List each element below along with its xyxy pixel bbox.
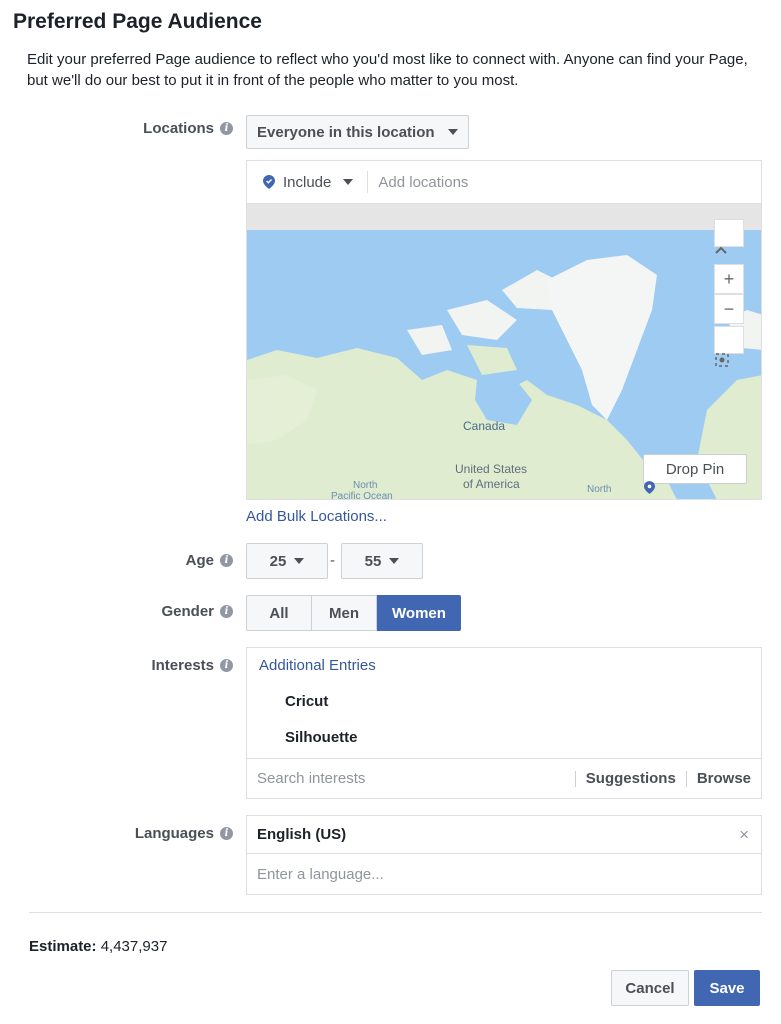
drop-pin-button[interactable]: Drop Pin — [643, 454, 747, 494]
drop-pin-label: Drop Pin — [665, 460, 725, 478]
interests-box: Additional Entries Cricut Silhouette Sea… — [246, 647, 762, 799]
divider — [367, 171, 369, 193]
languages-label-text: Languages — [134, 825, 214, 842]
map-label-ocean: North — [353, 480, 378, 491]
zoom-in-button[interactable]: + — [714, 264, 744, 294]
selected-language: English (US) — [257, 826, 347, 843]
include-label: Include — [283, 173, 332, 191]
location-pin-icon — [644, 481, 655, 494]
info-icon[interactable]: i — [220, 122, 233, 135]
gender-segmented-control: All Men Women — [246, 595, 461, 631]
add-locations-input[interactable]: Add locations — [378, 174, 468, 191]
locations-label-text: Locations — [143, 120, 214, 137]
audience-estimate: Estimate: 4,437,937 — [29, 938, 167, 955]
plus-icon: + — [723, 268, 735, 289]
zoom-out-button[interactable]: − — [714, 294, 744, 324]
locations-label: Locations i — [143, 120, 233, 137]
age-max-dropdown[interactable]: 55 — [341, 543, 423, 579]
divider — [574, 770, 576, 787]
info-icon[interactable]: i — [220, 554, 233, 567]
chevron-down-icon — [294, 558, 305, 564]
interest-item[interactable]: Cricut — [285, 693, 328, 710]
estimate-label: Estimate: — [29, 938, 97, 955]
age-label: Age i — [186, 552, 233, 569]
languages-label: Languages i — [135, 825, 233, 842]
language-input[interactable]: Enter a language... — [257, 866, 384, 883]
section-divider — [29, 912, 762, 913]
info-icon[interactable]: i — [220, 659, 233, 672]
location-search-box: Include Add locations — [246, 160, 762, 204]
save-button[interactable]: Save — [694, 970, 760, 1006]
interests-label: Interests i — [151, 657, 233, 674]
gender-label-text: Gender — [161, 603, 214, 620]
gender-option-women[interactable]: Women — [377, 595, 461, 631]
interest-item[interactable]: Silhouette — [285, 729, 358, 746]
map-label-canada: Canada — [463, 419, 506, 433]
gender-label: Gender i — [161, 603, 233, 620]
chevron-down-icon — [448, 129, 458, 135]
estimate-value: 4,437,937 — [100, 938, 168, 955]
info-icon[interactable]: i — [220, 605, 233, 618]
map-label-us: United States — [455, 462, 528, 476]
age-min-dropdown[interactable]: 25 — [246, 543, 328, 579]
location-scope-dropdown[interactable]: Everyone in this location — [246, 115, 469, 149]
interests-search-row: Search interests Suggestions Browse — [247, 758, 761, 798]
languages-box: English (US) × Enter a language... — [246, 815, 762, 895]
browse-button[interactable]: Browse — [697, 770, 751, 787]
selected-language-row: English (US) × — [247, 816, 761, 854]
age-separator: - — [330, 552, 335, 569]
age-max-value: 55 — [364, 552, 382, 570]
age-min-value: 25 — [269, 552, 287, 570]
location-scope-value: Everyone in this location — [257, 123, 435, 141]
divider — [685, 770, 687, 787]
gender-option-all[interactable]: All — [246, 595, 312, 631]
chevron-down-icon — [389, 558, 400, 564]
additional-entries-heading: Additional Entries — [259, 657, 376, 674]
info-icon[interactable]: i — [220, 827, 233, 840]
close-icon[interactable]: × — [739, 825, 749, 845]
minus-icon: − — [723, 298, 735, 319]
include-dropdown[interactable]: Include — [283, 173, 354, 191]
chevron-up-icon — [715, 246, 727, 254]
search-interests-input[interactable]: Search interests — [257, 770, 565, 787]
location-map[interactable]: Canada United States of America North Pa… — [246, 204, 762, 500]
map-label-us-2: of America — [463, 477, 520, 491]
map-label-atlantic: North — [587, 484, 612, 495]
age-label-text: Age — [185, 552, 214, 569]
gender-option-men[interactable]: Men — [312, 595, 377, 631]
page-title: Preferred Page Audience — [13, 10, 262, 33]
page-description: Edit your preferred Page audience to ref… — [27, 51, 748, 89]
target-icon — [715, 353, 729, 367]
map-label-ocean-2: Pacific Ocean — [331, 491, 393, 500]
chevron-down-icon — [343, 179, 354, 185]
suggestions-button[interactable]: Suggestions — [586, 770, 676, 787]
location-pin-icon — [263, 175, 275, 189]
collapse-map-button[interactable] — [714, 219, 744, 254]
interests-label-text: Interests — [151, 657, 214, 674]
cancel-button[interactable]: Cancel — [611, 970, 689, 1006]
add-bulk-locations-link[interactable]: Add Bulk Locations... — [246, 508, 387, 525]
recenter-button[interactable] — [714, 326, 744, 367]
